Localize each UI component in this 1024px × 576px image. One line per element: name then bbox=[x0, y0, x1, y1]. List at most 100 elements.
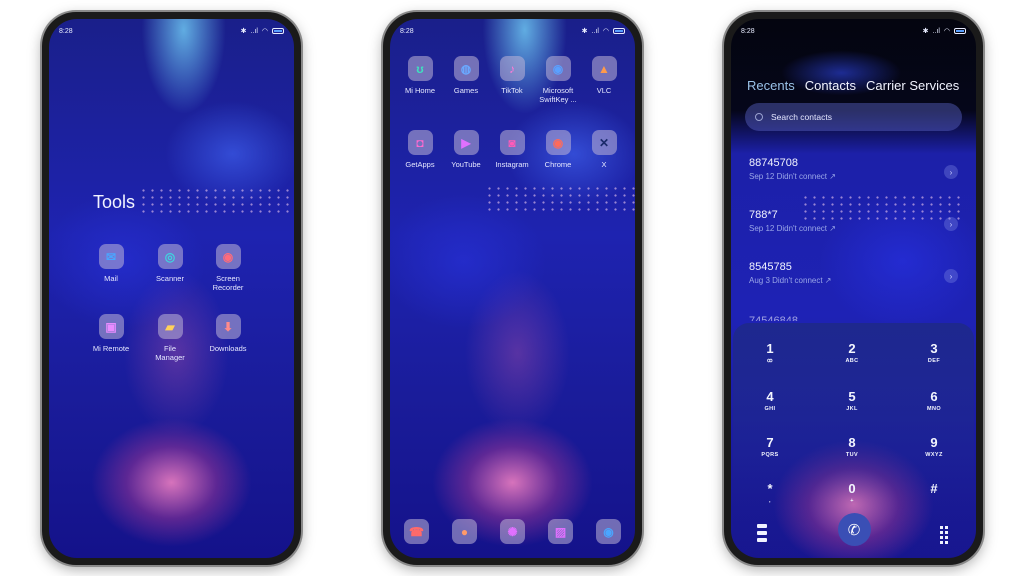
app-file-manager[interactable]: ▰ File Manager bbox=[145, 314, 195, 362]
app-games[interactable]: ◍ Games bbox=[441, 56, 491, 95]
dial-key-4[interactable]: 4 GHI bbox=[745, 389, 795, 412]
downloads-icon: ⬇ bbox=[215, 314, 241, 339]
phone-icon[interactable]: ☎ bbox=[404, 519, 429, 544]
app-mi-home[interactable]: ʊ Mi Home bbox=[395, 56, 445, 95]
phone-frame-home: 8:28 ✱ ..ıl ◠ ʊ Mi Home ◍ Games ♪ TikTok ◉ Micr… bbox=[383, 12, 642, 565]
app-scanner[interactable]: ◎ Scanner bbox=[145, 244, 195, 283]
sparkles-decoration bbox=[139, 187, 294, 217]
app-label: Screen Recorder bbox=[212, 274, 244, 292]
mi-home-icon: ʊ bbox=[407, 56, 433, 81]
tab-contacts[interactable]: Contacts bbox=[805, 78, 856, 93]
call-number: 88745708 bbox=[749, 157, 798, 169]
status-time: 8:28 bbox=[741, 27, 755, 35]
keypad-toggle-icon[interactable] bbox=[940, 526, 950, 544]
camera-icon[interactable]: ◉ bbox=[596, 519, 621, 544]
getapps-icon: ◘ bbox=[407, 130, 433, 155]
chevron-right-icon[interactable]: › bbox=[944, 165, 958, 179]
app-screen-recorder[interactable]: ◉ Screen Recorder bbox=[203, 244, 253, 292]
app-chrome[interactable]: ◉ Chrome bbox=[533, 130, 583, 169]
app-mi-remote[interactable]: ▣ Mi Remote bbox=[86, 314, 136, 353]
battery-icon bbox=[272, 28, 284, 34]
search-contacts-input[interactable]: Search contacts bbox=[745, 103, 962, 131]
key-digit: * bbox=[767, 481, 773, 496]
status-time: 8:28 bbox=[400, 27, 414, 35]
call-button[interactable]: ✆ bbox=[837, 513, 871, 546]
dial-key-5[interactable]: 5 JKL bbox=[827, 389, 877, 412]
battery-icon bbox=[613, 28, 625, 34]
key-letters: TUV bbox=[845, 452, 859, 458]
app-tiktok[interactable]: ♪ TikTok bbox=[487, 56, 537, 95]
chevron-right-icon[interactable]: › bbox=[944, 269, 958, 283]
key-digit: 6 bbox=[930, 389, 938, 404]
settings-icon[interactable]: ✺ bbox=[500, 519, 525, 544]
app-label: Chrome bbox=[544, 160, 572, 169]
key-letters: PQRS bbox=[761, 452, 779, 458]
folder-title: Tools bbox=[93, 192, 136, 212]
messages-icon[interactable]: ● bbox=[452, 519, 477, 544]
app-mail[interactable]: ✉ Mail bbox=[86, 244, 136, 283]
status-bar: 8:28 ✱ ..ıl ◠ bbox=[741, 25, 966, 37]
file-manager-icon: ▰ bbox=[157, 314, 183, 339]
key-letters: , bbox=[769, 498, 771, 504]
key-digit: 4 bbox=[766, 389, 774, 404]
dial-key-2[interactable]: 2 ABC bbox=[827, 341, 877, 364]
vlc-icon: ▲ bbox=[591, 56, 617, 81]
app-getapps[interactable]: ◘ GetApps bbox=[395, 130, 445, 169]
dial-key-7[interactable]: 7 PQRS bbox=[745, 435, 795, 458]
app-microsoft-swiftkey[interactable]: ◉ Microsoft SwiftKey ... bbox=[533, 56, 583, 104]
tiktok-icon: ♪ bbox=[499, 56, 525, 81]
call-number: 8545785 bbox=[749, 261, 792, 273]
key-digit: # bbox=[930, 481, 938, 496]
swiftkey-icon: ◉ bbox=[545, 56, 571, 81]
call-meta: Sep 12 Didn't connect ↗ bbox=[749, 172, 836, 181]
dialpad: 1 ꝏ 2 ABC 3 DEF 4 GHI 5 JKL 6 MNO 7 PQRS 8 TUV 9 WXYZ *, 0 +… bbox=[733, 323, 974, 558]
app-label: Instagram bbox=[495, 160, 529, 169]
call-log-partial-entry[interactable]: 74546848 bbox=[749, 315, 798, 321]
dial-key-star[interactable]: *, bbox=[745, 481, 795, 504]
key-digit: 3 bbox=[930, 341, 938, 356]
dial-key-3[interactable]: 3 DEF bbox=[909, 341, 959, 364]
dial-key-8[interactable]: 8 TUV bbox=[827, 435, 877, 458]
app-youtube[interactable]: ▶ YouTube bbox=[441, 130, 491, 169]
key-letters: + bbox=[850, 498, 854, 504]
app-vlc[interactable]: ▲ VLC bbox=[579, 56, 629, 95]
dial-key-hash[interactable]: # bbox=[909, 481, 959, 498]
wifi-icon: ◠ bbox=[943, 27, 950, 35]
call-log-entry[interactable]: 88745708 Sep 12 Didn't connect ↗ › bbox=[749, 157, 958, 197]
app-label: File Manager bbox=[155, 344, 185, 362]
dial-key-9[interactable]: 9 WXYZ bbox=[909, 435, 959, 458]
status-time: 8:28 bbox=[59, 27, 73, 35]
app-label: VLC bbox=[596, 86, 612, 95]
app-label: Downloads bbox=[209, 344, 247, 353]
signal-icon: ..ıl bbox=[250, 27, 258, 35]
call-meta: Sep 12 Didn't connect ↗ bbox=[749, 224, 836, 233]
app-instagram[interactable]: ◙ Instagram bbox=[487, 130, 537, 169]
menu-icon[interactable] bbox=[757, 524, 767, 542]
dialer-tabs: Recents Contacts Carrier Services bbox=[747, 78, 959, 93]
chrome-icon: ◉ bbox=[545, 130, 571, 155]
home-screen-tools: 8:28 ✱ ..ıl ◠ Tools ✉ Mail ◎ Scanner ◉ Screen… bbox=[49, 19, 294, 558]
tab-recents[interactable]: Recents bbox=[747, 78, 795, 93]
key-letters: ꝏ bbox=[766, 358, 773, 364]
scanner-icon: ◎ bbox=[157, 244, 183, 269]
dial-key-0[interactable]: 0 + bbox=[827, 481, 877, 504]
gallery-icon[interactable]: ▨ bbox=[548, 519, 573, 544]
mi-remote-icon: ▣ bbox=[98, 314, 124, 339]
dial-key-1[interactable]: 1ꝏ bbox=[745, 341, 795, 364]
signal-icon: ..ıl bbox=[591, 27, 599, 35]
dial-key-6[interactable]: 6 MNO bbox=[909, 389, 959, 412]
dock: ☎ ● ✺ ▨ ◉ bbox=[404, 519, 621, 544]
app-x[interactable]: ✕ X bbox=[579, 130, 629, 169]
phone-call-icon: ✆ bbox=[847, 521, 861, 539]
call-log-entry[interactable]: 788*7 Sep 12 Didn't connect ↗ › bbox=[749, 209, 958, 249]
app-label: Mail bbox=[104, 274, 118, 283]
call-log-entry[interactable]: 8545785 Aug 3 Didn't connect ↗ › bbox=[749, 261, 958, 301]
app-downloads[interactable]: ⬇ Downloads bbox=[203, 314, 253, 353]
app-label: Scanner bbox=[156, 274, 184, 283]
search-placeholder: Search contacts bbox=[771, 112, 832, 122]
dialer-screen: 8:28 ✱ ..ıl ◠ Recents Contacts Carrier S… bbox=[731, 19, 976, 558]
app-label: Mi Remote bbox=[92, 344, 130, 353]
tab-carrier-services[interactable]: Carrier Services bbox=[866, 78, 959, 93]
app-label: Games bbox=[453, 86, 479, 95]
chevron-right-icon[interactable]: › bbox=[944, 217, 958, 231]
